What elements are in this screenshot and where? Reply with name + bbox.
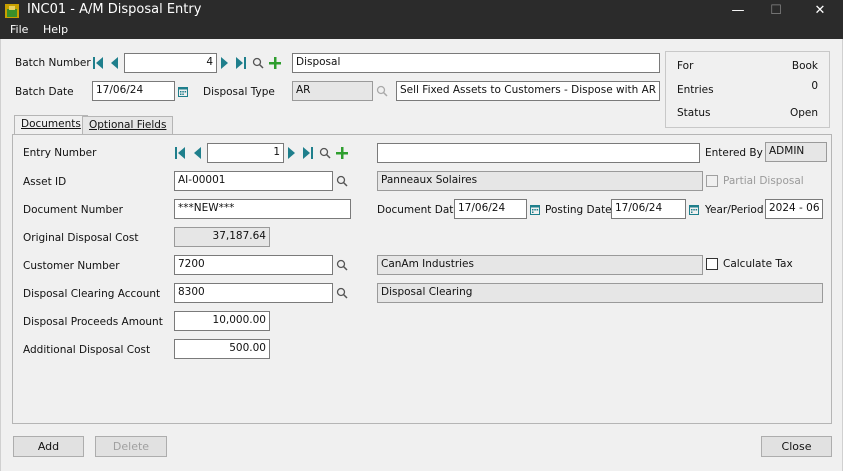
close-window-button[interactable]: ✕ [797,0,843,22]
clearing-account-finder-icon[interactable] [336,287,348,299]
first-entry-icon[interactable] [174,146,185,160]
clearing-account-field[interactable]: 8300 [174,283,333,303]
calculate-tax-checkbox[interactable] [706,258,718,270]
posting-date-label: Posting Date [545,204,612,216]
batch-date-field[interactable]: 17/06/24 [92,81,175,101]
partial-disposal-checkbox[interactable] [706,175,718,187]
posting-date-calendar-icon[interactable] [689,204,699,215]
last-entry-icon[interactable] [302,146,313,160]
menu-bar: File Help [0,22,843,39]
entered-by-field: ADMIN [765,142,827,162]
delete-button[interactable]: Delete [95,436,167,457]
batch-info-panel: For Book Entries 0 Status Open [665,51,830,128]
entry-finder-icon[interactable] [319,147,331,159]
batch-description-field[interactable]: Disposal [292,53,660,73]
entries-label: Entries [677,84,714,96]
customer-number-field[interactable]: 7200 [174,255,333,275]
entry-number-label: Entry Number [23,147,97,159]
first-batch-icon[interactable] [92,56,103,70]
asset-finder-icon[interactable] [336,175,348,187]
tab-optional-fields[interactable]: Optional Fields [82,116,174,135]
documents-panel: Entry Number 1 Entered By ADMIN Asset ID… [12,134,832,424]
add-button[interactable]: Add [13,436,84,457]
calendar-icon[interactable] [178,86,188,97]
customer-number-label: Customer Number [23,260,120,272]
batch-number-label: Batch Number [15,57,91,69]
entry-number-field[interactable]: 1 [207,143,284,163]
tab-optional-fields-label: Optional Fields [89,119,167,131]
proceeds-field[interactable]: 10,000.00 [174,311,270,331]
previous-entry-icon[interactable] [192,146,202,160]
original-cost-label: Original Disposal Cost [23,232,139,244]
next-batch-icon[interactable] [220,56,230,70]
entry-description-field[interactable] [377,143,700,163]
new-entry-icon[interactable] [336,147,348,159]
tab-documents[interactable]: Documents [14,115,88,135]
year-period-label: Year/Period [705,204,764,216]
posting-date-field[interactable]: 17/06/24 [611,199,686,219]
new-batch-icon[interactable] [269,57,281,69]
calculate-tax-label: Calculate Tax [723,258,793,270]
clearing-account-label: Disposal Clearing Account [23,288,161,300]
additional-cost-label: Additional Disposal Cost [23,344,151,356]
customer-finder-icon[interactable] [336,259,348,271]
document-date-label: Document Date [377,204,460,216]
status-label: Status [677,107,711,119]
close-button[interactable]: Close [761,436,832,457]
maximize-button[interactable]: ☐ [753,0,799,22]
menu-file[interactable]: File [10,23,28,36]
disposal-type-finder-icon[interactable] [376,85,388,97]
document-number-label: Document Number [23,204,123,216]
entries-value: 0 [811,80,818,92]
batch-date-label: Batch Date [15,86,74,98]
window-title: INC01 - A/M Disposal Entry [27,2,202,17]
for-value: Book [791,60,818,72]
batch-number-field[interactable]: 4 [124,53,217,73]
asset-id-field[interactable]: AI-00001 [174,171,333,191]
tab-documents-label: Documents [21,118,81,130]
batch-finder-icon[interactable] [252,57,264,69]
additional-cost-field[interactable]: 500.00 [174,339,270,359]
clearing-account-description-field: Disposal Clearing [377,283,823,303]
disposal-type-code-field: AR [292,81,373,101]
previous-batch-icon[interactable] [109,56,119,70]
for-label: For [677,60,694,72]
next-entry-icon[interactable] [287,146,297,160]
entered-by-label: Entered By [705,147,763,159]
disposal-type-description-field: Sell Fixed Assets to Customers - Dispose… [396,81,660,101]
original-cost-field: 37,187.64 [174,227,270,247]
year-period-field[interactable]: 2024 - 06 [765,199,823,219]
last-batch-icon[interactable] [235,56,246,70]
disposal-type-label: Disposal Type [203,86,275,98]
partial-disposal-label: Partial Disposal [723,175,804,187]
document-date-calendar-icon[interactable] [530,204,540,215]
menu-help[interactable]: Help [43,23,68,36]
customer-name-field: CanAm Industries [377,255,703,275]
proceeds-label: Disposal Proceeds Amount [23,316,163,328]
document-number-field[interactable]: ***NEW*** [174,199,351,219]
app-icon [4,3,20,19]
document-date-field[interactable]: 17/06/24 [454,199,527,219]
main-form: Batch Number 4 Disposal Batch Date 17/06… [0,39,843,471]
status-value: Open [789,107,818,119]
asset-id-label: Asset ID [23,176,67,188]
title-bar: INC01 - A/M Disposal Entry — ☐ ✕ [0,0,843,22]
asset-description-field: Panneaux Solaires [377,171,703,191]
